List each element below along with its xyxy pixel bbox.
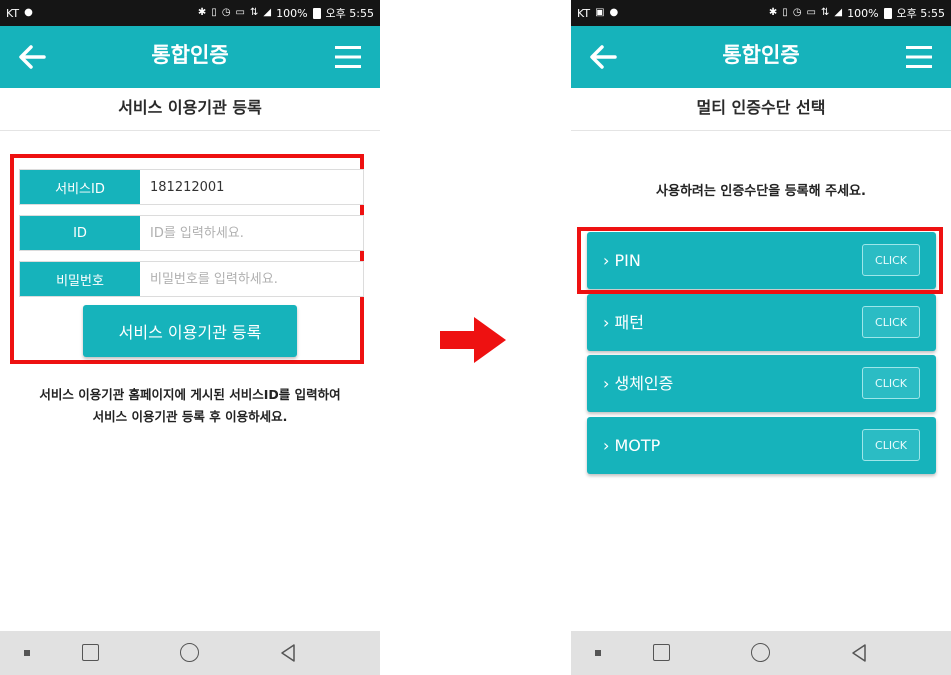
- password-input[interactable]: [140, 262, 363, 296]
- highlight-box-form: 서비스ID ID 비밀번호 서비스 이용기관 등록: [10, 154, 364, 364]
- home-icon[interactable]: [751, 643, 770, 662]
- battery-percent: 100%: [276, 6, 308, 20]
- option-label: › 생체인증: [603, 374, 674, 393]
- clock: 오후 5:55: [325, 7, 374, 20]
- app-header: 통합인증: [0, 26, 380, 88]
- nav-back-icon[interactable]: [278, 643, 298, 663]
- user-id-input[interactable]: [140, 216, 363, 250]
- page-title: 통합인증: [722, 43, 800, 67]
- bluetooth-icon: ✱: [768, 7, 778, 18]
- signal-icon: ◢: [834, 7, 843, 18]
- carrier-label: KT: [6, 6, 20, 20]
- recent-apps-icon[interactable]: [653, 644, 670, 661]
- status-bar: KT ▣ ● ✱ ▯ ◷ ▭ ⇅ ◢ 100% 오후 5:55: [571, 0, 951, 26]
- home-icon[interactable]: [180, 643, 199, 662]
- content-area: 사용하려는 인증수단을 등록해 주세요. › PIN CLICK › 패턴 CL…: [571, 131, 951, 631]
- option-label: › MOTP: [603, 436, 661, 455]
- status-bar: KT ● ✱ ▯ ◷ ▭ ⇅ ◢ 100% 오후 5:55: [0, 0, 380, 26]
- section-title: 멀티 인증수단 선택: [571, 88, 951, 131]
- info-text: 서비스 이용기관 홈페이지에 게시된 서비스ID를 입력하여 서비스 이용기관 …: [0, 384, 380, 428]
- battery-percent: 100%: [847, 6, 879, 20]
- prompt-text: 사용하려는 인증수단을 등록해 주세요.: [656, 184, 866, 199]
- service-id-input[interactable]: [140, 170, 363, 204]
- option-label: › 패턴: [603, 313, 644, 332]
- carrier-label: KT: [577, 6, 591, 20]
- info-line: 서비스 이용기관 홈페이지에 게시된 서비스ID를 입력하여: [39, 387, 341, 402]
- system-nav-bar: [571, 631, 951, 675]
- chat-bubble-icon: ●: [609, 7, 619, 18]
- vibrate-icon: ▯: [782, 7, 788, 18]
- content-area: 서비스ID ID 비밀번호 서비스 이용기관 등록 서비스 이용기관 홈페이지에…: [0, 131, 380, 631]
- volte-icon: ▭: [235, 7, 245, 18]
- system-nav-bar: [0, 631, 380, 675]
- click-button-motp[interactable]: CLICK: [862, 429, 920, 461]
- recent-apps-icon[interactable]: [82, 644, 99, 661]
- lte-icon: ⇅: [821, 7, 830, 18]
- signal-icon: ◢: [263, 7, 272, 18]
- highlight-box-pin: [577, 227, 943, 294]
- password-row: 비밀번호: [19, 261, 364, 297]
- lte-icon: ⇅: [250, 7, 259, 18]
- battery-icon: [312, 7, 321, 19]
- phone-screen-left: KT ● ✱ ▯ ◷ ▭ ⇅ ◢ 100% 오후 5:55 통합인증 서비스 이…: [0, 0, 380, 675]
- phone-screen-right: KT ▣ ● ✱ ▯ ◷ ▭ ⇅ ◢ 100% 오후 5:55 통합인증 멀티 …: [571, 0, 951, 675]
- user-id-row: ID: [19, 215, 364, 251]
- section-title: 서비스 이용기관 등록: [0, 88, 380, 131]
- volte-icon: ▭: [806, 7, 816, 18]
- alarm-icon: ◷: [221, 7, 231, 18]
- notification-icon: ▣: [595, 7, 605, 18]
- clock: 오후 5:55: [896, 7, 945, 20]
- auth-option-motp[interactable]: › MOTP CLICK: [587, 417, 936, 474]
- battery-icon: [883, 7, 892, 19]
- password-label: 비밀번호: [20, 262, 140, 296]
- service-id-row: 서비스ID: [19, 169, 364, 205]
- click-button-biometric[interactable]: CLICK: [862, 367, 920, 399]
- register-service-button[interactable]: 서비스 이용기관 등록: [83, 305, 297, 357]
- nav-back-icon[interactable]: [849, 643, 869, 663]
- service-id-label: 서비스ID: [20, 170, 140, 204]
- nav-dot-icon: [595, 650, 601, 656]
- user-id-label: ID: [20, 216, 140, 250]
- info-line: 서비스 이용기관 등록 후 이용하세요.: [92, 409, 288, 424]
- page-title: 통합인증: [151, 43, 229, 67]
- hamburger-menu-icon[interactable]: [334, 44, 362, 70]
- nav-dot-icon: [24, 650, 30, 656]
- chat-bubble-icon: ●: [24, 7, 33, 18]
- app-header: 통합인증: [571, 26, 951, 88]
- alarm-icon: ◷: [792, 7, 802, 18]
- auth-option-pattern[interactable]: › 패턴 CLICK: [587, 294, 936, 351]
- vibrate-icon: ▯: [211, 7, 217, 18]
- hamburger-menu-icon[interactable]: [905, 44, 933, 70]
- arrow-right-icon: [440, 317, 506, 363]
- bluetooth-icon: ✱: [197, 7, 207, 18]
- auth-option-biometric[interactable]: › 생체인증 CLICK: [587, 355, 936, 412]
- click-button-pattern[interactable]: CLICK: [862, 306, 920, 338]
